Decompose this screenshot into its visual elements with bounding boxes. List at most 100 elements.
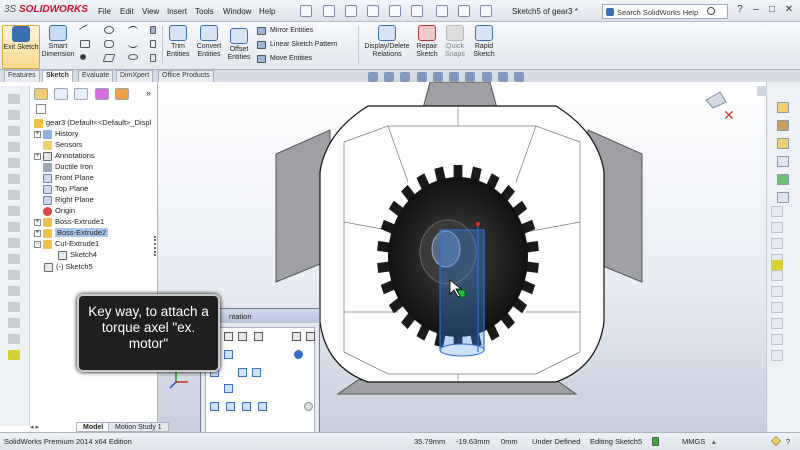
configuration-manager-tab-icon[interactable] [74, 88, 89, 100]
trim-entities-button[interactable]: Trim Entities [165, 25, 191, 59]
previous-view-icon[interactable] [400, 72, 411, 82]
axis-orientation-icon[interactable] [302, 384, 311, 393]
sketch-tool-icon[interactable] [8, 222, 20, 232]
tree-item-boss-extrude2[interactable]: + Boss-Extrude2 [34, 228, 109, 238]
close-button[interactable]: ✕ [783, 4, 795, 16]
sketch-tool-icon[interactable] [8, 238, 20, 248]
cancel-sketch-icon[interactable]: ✕ [723, 107, 735, 123]
sketch-tool-icon[interactable] [8, 174, 20, 184]
apply-scene-icon[interactable] [497, 72, 508, 82]
tree-item-top-plane[interactable]: Top Plane [34, 184, 88, 194]
save-icon[interactable] [345, 5, 357, 17]
sketch-tool-icon[interactable] [8, 94, 20, 104]
slot-tool-icon[interactable] [104, 40, 114, 48]
sketch-tool-icon[interactable] [771, 318, 783, 329]
pin-dialog-icon[interactable] [292, 332, 301, 341]
confirmation-corner[interactable]: ✕ [705, 91, 735, 123]
status-help[interactable]: ? [786, 437, 790, 446]
repair-sketch-button[interactable]: Repair Sketch [414, 25, 440, 59]
sketch-tool-icon[interactable] [8, 318, 20, 328]
view-cube-icon[interactable] [238, 368, 247, 377]
tree-item-origin[interactable]: Origin [34, 206, 75, 216]
property-manager-tab-icon[interactable] [54, 88, 69, 100]
hide-show-items-icon[interactable] [465, 72, 476, 82]
file-properties-icon[interactable] [458, 5, 470, 17]
tree-item-sensors[interactable]: Sensors [34, 140, 83, 150]
sketch-tool-icon[interactable] [771, 270, 783, 281]
tab-office-products[interactable]: Office Products [158, 70, 214, 82]
feature-tree-tab-icon[interactable] [34, 88, 48, 100]
tab-model[interactable]: Model [76, 422, 111, 432]
panel-expand-icon[interactable]: » [146, 88, 151, 98]
restore-button[interactable]: □ [766, 4, 778, 16]
view-settings-icon[interactable] [514, 72, 525, 82]
tab-scroll-arrows-icon[interactable]: ◂ ▸ [30, 423, 39, 431]
rectangle-tool-icon[interactable] [80, 40, 90, 48]
options-gear-icon[interactable] [480, 5, 492, 17]
custom-properties-icon[interactable] [777, 192, 789, 203]
display-delete-relations-button[interactable]: Display/Delete Relations [362, 25, 412, 59]
tree-item-sketch4[interactable]: Sketch4 [58, 250, 97, 260]
new-view-icon[interactable] [306, 332, 315, 341]
circle-tool-icon[interactable] [104, 26, 114, 34]
open-icon[interactable] [323, 5, 335, 17]
view-cube-top-icon[interactable] [224, 350, 233, 359]
reset-views-icon[interactable] [238, 332, 247, 341]
appearances-icon[interactable] [777, 174, 789, 185]
arc-tool-icon[interactable] [128, 26, 138, 34]
task-pane-arrow-icon[interactable] [757, 86, 767, 96]
sketch-tool-icon[interactable] [8, 110, 20, 120]
tree-item-sketch5[interactable]: (-) Sketch5 [44, 262, 93, 272]
link-views-icon[interactable] [304, 402, 313, 411]
tree-item-annotations[interactable]: + Annotations [34, 151, 95, 161]
rapid-sketch-button[interactable]: Rapid Sketch [470, 25, 498, 59]
menu-help[interactable]: Help [259, 7, 275, 16]
edit-appearance-icon[interactable] [481, 72, 492, 82]
print-icon[interactable] [367, 5, 379, 17]
sketch-tool-icon[interactable] [8, 142, 20, 152]
section-view-icon[interactable] [416, 72, 427, 82]
tree-item-front-plane[interactable]: Front Plane [34, 173, 94, 183]
tree-item-history[interactable]: + History [34, 129, 78, 139]
display-style-icon[interactable] [449, 72, 460, 82]
view-cube-icon[interactable] [224, 384, 233, 393]
tree-item-cut-extrude1[interactable]: − Cut-Extrude1 [34, 239, 99, 249]
tab-dimxpert[interactable]: DimXpert [116, 70, 154, 82]
menu-window[interactable]: Window [223, 7, 251, 16]
filter-icon[interactable] [36, 104, 46, 114]
quick-snap-icon[interactable] [771, 260, 783, 270]
single-view-icon[interactable] [210, 402, 219, 411]
menu-file[interactable]: File [98, 7, 111, 16]
menu-insert[interactable]: Insert [167, 7, 187, 16]
text-tool-icon[interactable] [150, 26, 156, 34]
two-view-horizontal-icon[interactable] [226, 402, 235, 411]
select-icon[interactable] [411, 5, 423, 17]
zoom-area-icon[interactable] [384, 72, 395, 82]
minimize-button[interactable]: – [750, 4, 762, 16]
units-dropdown-icon[interactable]: ▴ [712, 437, 716, 446]
tab-motion-study-1[interactable]: Motion Study 1 [108, 422, 169, 432]
sketch-tool-icon[interactable] [8, 254, 20, 264]
sketch-tool-icon[interactable] [771, 238, 783, 249]
view-palette-icon[interactable] [777, 156, 789, 167]
tab-evaluate[interactable]: Evaluate [78, 70, 114, 82]
sketch-tool-icon[interactable] [771, 206, 783, 217]
search-icon[interactable] [707, 7, 715, 15]
smart-dimension-button[interactable]: Smart Dimension [40, 25, 76, 59]
exit-sketch-corner-icon[interactable] [705, 91, 727, 109]
two-view-vertical-icon[interactable] [242, 402, 251, 411]
polygon-tool-icon[interactable] [102, 54, 116, 62]
sketch-tool-icon[interactable] [8, 190, 20, 200]
tree-item-boss-extrude1[interactable]: + Boss-Extrude1 [34, 217, 104, 227]
solidworks-resources-icon[interactable] [777, 102, 789, 113]
view-sphere-icon[interactable] [294, 350, 303, 359]
new-document-icon[interactable] [300, 5, 312, 17]
sketch-tool-icon[interactable] [8, 270, 20, 280]
sketch-tool-icon[interactable] [8, 334, 20, 344]
design-library-icon[interactable] [777, 120, 789, 131]
sketch-tool-icon[interactable] [8, 126, 20, 136]
point-tool-icon[interactable] [80, 54, 86, 60]
update-standard-views-icon[interactable] [224, 332, 233, 341]
four-view-icon[interactable] [258, 402, 267, 411]
sketch-tool-icon[interactable] [8, 302, 20, 312]
